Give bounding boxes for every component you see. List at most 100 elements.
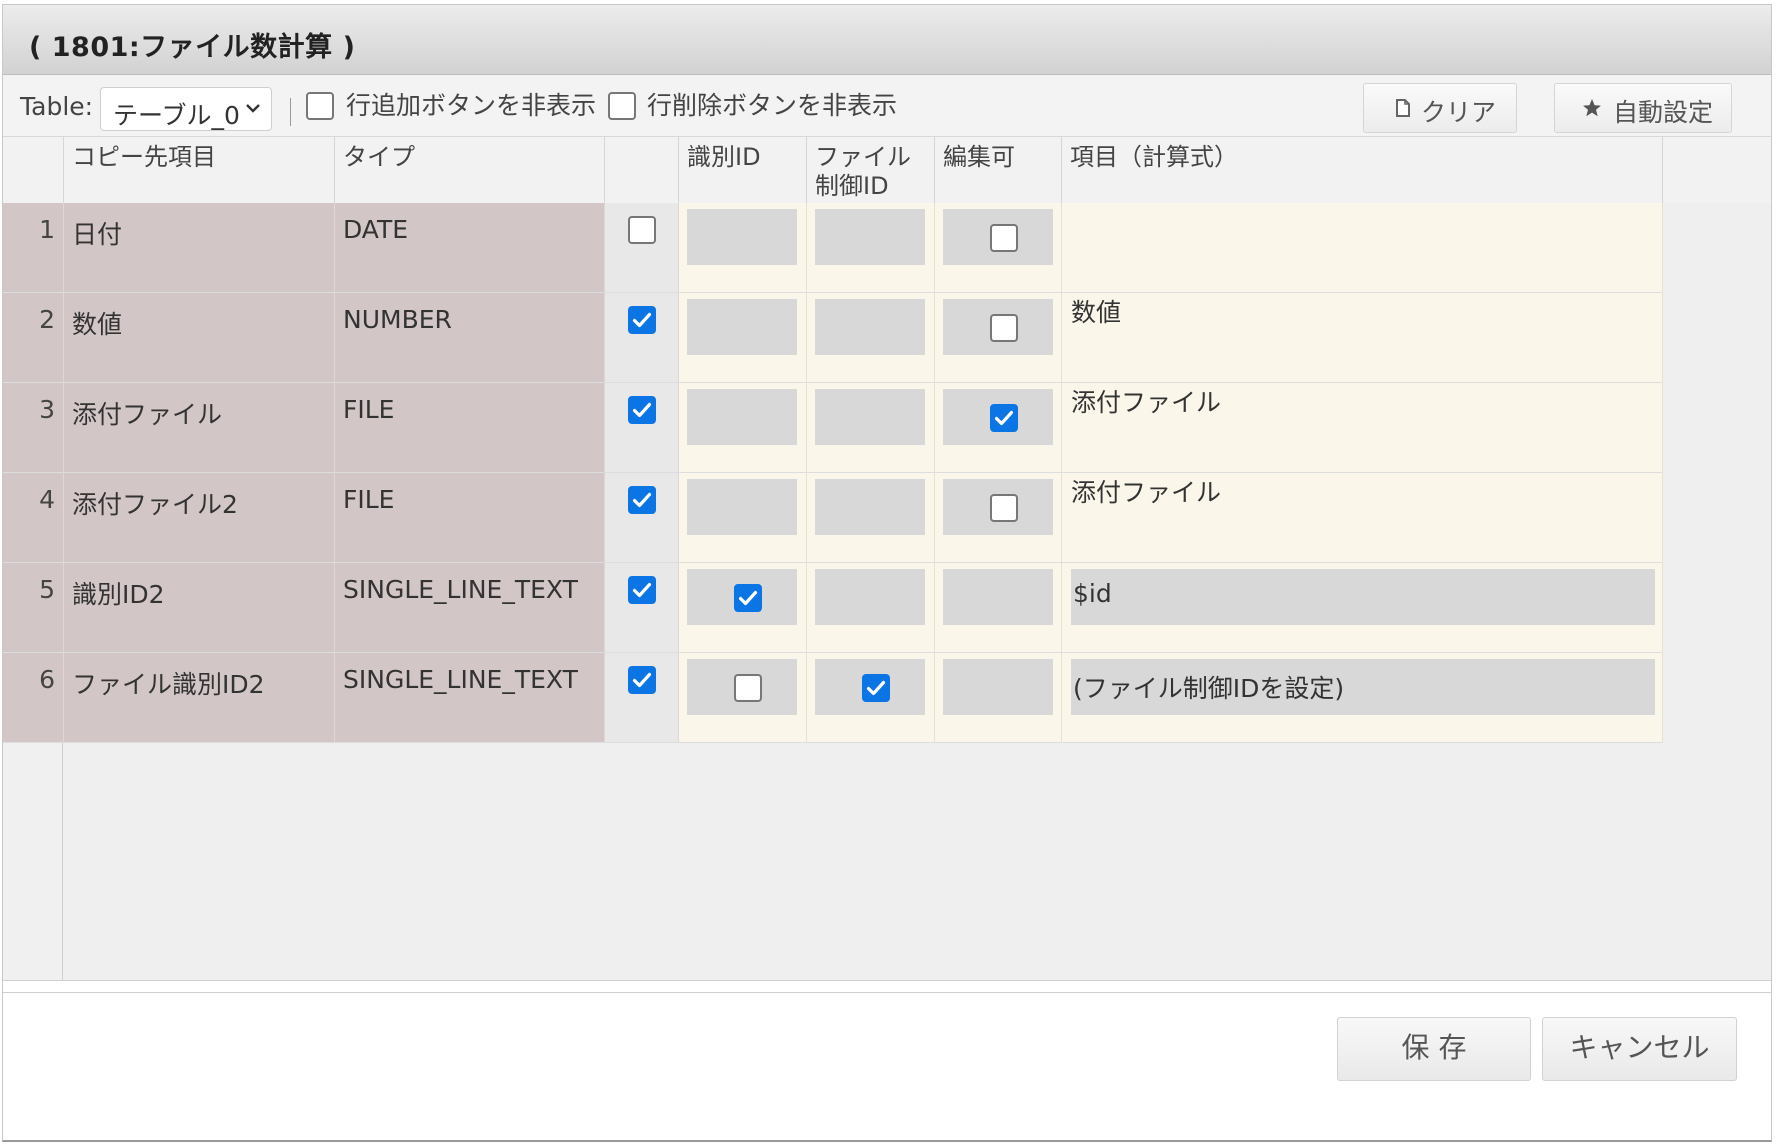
dialog-titlebar[interactable]: ( 1801:ファイル数計算 ) [3,5,1771,75]
item-formula-cell[interactable] [1062,203,1663,293]
use-checkbox[interactable] [628,396,656,424]
file-control-id-cell [807,203,935,293]
hide-delete-row-label: 行削除ボタンを非表示 [647,91,898,120]
use-cell [605,383,679,473]
type-cell: SINGLE_LINE_TEXT [335,653,605,743]
check-icon [866,680,886,696]
use-checkbox[interactable] [628,216,656,244]
type-cell: NUMBER [335,293,605,383]
editable-box [943,299,1053,355]
identifier-id-checkbox[interactable] [734,674,762,702]
row-number: 6 [3,653,64,743]
table-label: Table: [20,92,94,121]
identifier-id-box [687,659,797,715]
identifier-id-cell [679,203,807,293]
file-control-id-box [815,479,925,535]
auto-setting-button-label: 自動設定 [1613,98,1714,127]
editable-cell [935,563,1062,653]
dest-item-cell: ファイル識別ID2 [64,653,335,743]
file-control-id-box [815,209,925,265]
dest-item-cell: 添付ファイル2 [64,473,335,563]
check-icon [632,402,652,418]
save-button[interactable]: 保 存 [1337,1017,1531,1081]
column-header-identifier-id[interactable]: 識別ID [679,137,807,203]
editable-box [943,479,1053,535]
row-number-text: 3 [39,395,55,424]
dest-item-text: 日付 [72,220,123,249]
row-number: 5 [3,563,64,653]
type-text: SINGLE_LINE_TEXT [343,665,578,694]
identifier-id-checkbox[interactable] [734,584,762,612]
identifier-id-cell [679,653,807,743]
use-cell [605,653,679,743]
clear-button[interactable]: クリア [1363,83,1517,133]
editable-checkbox[interactable] [990,404,1018,432]
item-formula-cell[interactable]: 添付ファイル [1062,473,1663,563]
editable-box [943,569,1053,625]
type-text: DATE [343,215,409,244]
item-formula-readonly-box: (ファイル制御IDを設定) [1071,659,1655,715]
clear-button-label: クリア [1421,98,1497,127]
row-number: 2 [3,293,64,383]
file-control-id-box [815,389,925,445]
dest-item-text: 数値 [72,310,123,339]
item-formula-text: 数値 [1071,298,1122,327]
table-select[interactable]: テーブル_0 [100,87,272,131]
column-header-rownum [3,137,64,203]
item-formula-cell[interactable]: 数値 [1062,293,1663,383]
column-header-use[interactable] [605,137,679,203]
editable-cell [935,203,1062,293]
file-control-id-cell [807,563,935,653]
use-cell [605,293,679,383]
editable-cell [935,293,1062,383]
type-text: FILE [343,395,395,424]
editable-cell [935,473,1062,563]
auto-setting-button[interactable]: 自動設定 [1554,83,1732,133]
row-number-text: 4 [39,485,55,514]
use-checkbox[interactable] [628,306,656,334]
hide-delete-row-checkbox[interactable] [608,92,636,120]
editable-checkbox[interactable] [990,224,1018,252]
identifier-id-cell [679,563,807,653]
hide-add-row-checkbox[interactable] [306,92,334,120]
use-checkbox[interactable] [628,666,656,694]
identifier-id-box [687,389,797,445]
item-formula-cell: $id [1062,563,1663,653]
editable-checkbox[interactable] [990,494,1018,522]
mapping-table: コピー先項目 タイプ 識別ID ファイル 制御ID 編集可 項目（計算式） 1日… [3,137,1771,981]
row-number: 3 [3,383,64,473]
dest-item-cell: 識別ID2 [64,563,335,653]
file-control-id-box [815,569,925,625]
editable-box [943,209,1053,265]
check-icon [632,312,652,328]
chevron-down-icon [246,104,260,113]
column-header-type[interactable]: タイプ [335,137,605,203]
table-select-value: テーブル_0 [113,101,240,130]
type-cell: FILE [335,383,605,473]
dest-item-text: 添付ファイル [72,400,223,429]
column-header-spacer [1663,137,1771,203]
column-header-item-formula[interactable]: 項目（計算式） [1062,137,1663,203]
use-cell [605,563,679,653]
file-control-id-cell [807,473,935,563]
star-icon [1583,99,1601,117]
type-cell: FILE [335,473,605,563]
row-number-text: 1 [39,215,55,244]
column-header-dest-item[interactable]: コピー先項目 [64,137,335,203]
cancel-button[interactable]: キャンセル [1542,1017,1737,1081]
use-checkbox[interactable] [628,576,656,604]
item-formula-cell[interactable]: 添付ファイル [1062,383,1663,473]
use-checkbox[interactable] [628,486,656,514]
file-control-id-checkbox[interactable] [862,674,890,702]
check-icon [994,410,1014,426]
row-number: 1 [3,203,64,293]
item-formula-text: $id [1073,579,1112,608]
row-number-text: 2 [39,305,55,334]
column-header-file-control-id[interactable]: ファイル 制御ID [807,137,935,203]
editable-checkbox[interactable] [990,314,1018,342]
identifier-id-box [687,209,797,265]
check-icon [632,582,652,598]
file-control-id-cell [807,383,935,473]
type-text: SINGLE_LINE_TEXT [343,575,578,604]
column-header-editable[interactable]: 編集可 [935,137,1062,203]
